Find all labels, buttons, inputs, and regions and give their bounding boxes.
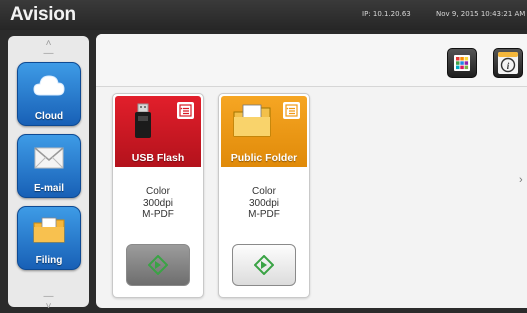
card-menu-icon[interactable]	[177, 102, 194, 119]
profile-card-public-folder[interactable]: Public Folder Color 300dpi M-PDF	[218, 93, 310, 298]
scan-settings: Color 300dpi M-PDF	[113, 186, 203, 221]
color-mode: Color	[252, 186, 276, 197]
scan-settings: Color 300dpi M-PDF	[219, 186, 309, 221]
profile-card-usb-flash[interactable]: USB Flash Color 300dpi M-PDF	[112, 93, 204, 298]
card-title: USB Flash	[131, 152, 185, 164]
info-button[interactable]: i	[493, 48, 523, 78]
usb-drive-icon	[135, 103, 151, 138]
scan-start-icon	[254, 255, 274, 275]
scan-button[interactable]	[126, 244, 190, 286]
scroll-up-icon[interactable]: ˄ —	[8, 39, 89, 59]
ip-address: IP: 10.1.20.63	[362, 10, 411, 18]
folder-icon	[33, 217, 65, 243]
sidebar-item-label: Cloud	[34, 111, 64, 122]
resolution: 300dpi	[248, 197, 280, 209]
card-header: Public Folder	[221, 96, 307, 167]
card-title: Public Folder	[230, 152, 298, 164]
brand-logo: Avision	[10, 4, 76, 25]
date-time: Nov 9, 2015 10:43:21 AM	[436, 10, 526, 18]
scan-button[interactable]	[232, 244, 296, 286]
scan-start-icon	[148, 255, 168, 275]
info-icon: i	[498, 52, 518, 74]
folder-icon	[233, 104, 271, 137]
sidebar-item-filing[interactable]: Filing	[17, 206, 81, 270]
sidebar: ˄ — Cloud E-mail Filing — ˅	[8, 36, 89, 312]
next-page-arrow-icon[interactable]: ›	[519, 174, 523, 186]
resolution: 300dpi	[142, 197, 174, 209]
grid-icon	[454, 55, 470, 71]
sidebar-item-cloud[interactable]: Cloud	[17, 62, 81, 126]
apps-button[interactable]	[447, 48, 477, 78]
main-panel: i USB Flash Color 300dpi M-PDF Public Fo…	[96, 34, 527, 308]
scroll-down-icon[interactable]: — ˅	[8, 292, 89, 312]
main-toolbar: i	[96, 34, 527, 87]
card-header: USB Flash	[115, 96, 201, 167]
sidebar-item-label: Filing	[35, 255, 63, 266]
sidebar-item-email[interactable]: E-mail	[17, 134, 81, 198]
file-format: M-PDF	[248, 209, 280, 220]
sidebar-item-label: E-mail	[33, 183, 64, 194]
color-mode: Color	[146, 186, 170, 197]
card-menu-icon[interactable]	[283, 102, 300, 119]
file-format: M-PDF	[142, 209, 174, 220]
cloud-icon	[33, 75, 65, 96]
envelope-icon	[34, 147, 64, 169]
top-bar: Avision IP: 10.1.20.63 Nov 9, 2015 10:43…	[0, 0, 527, 30]
